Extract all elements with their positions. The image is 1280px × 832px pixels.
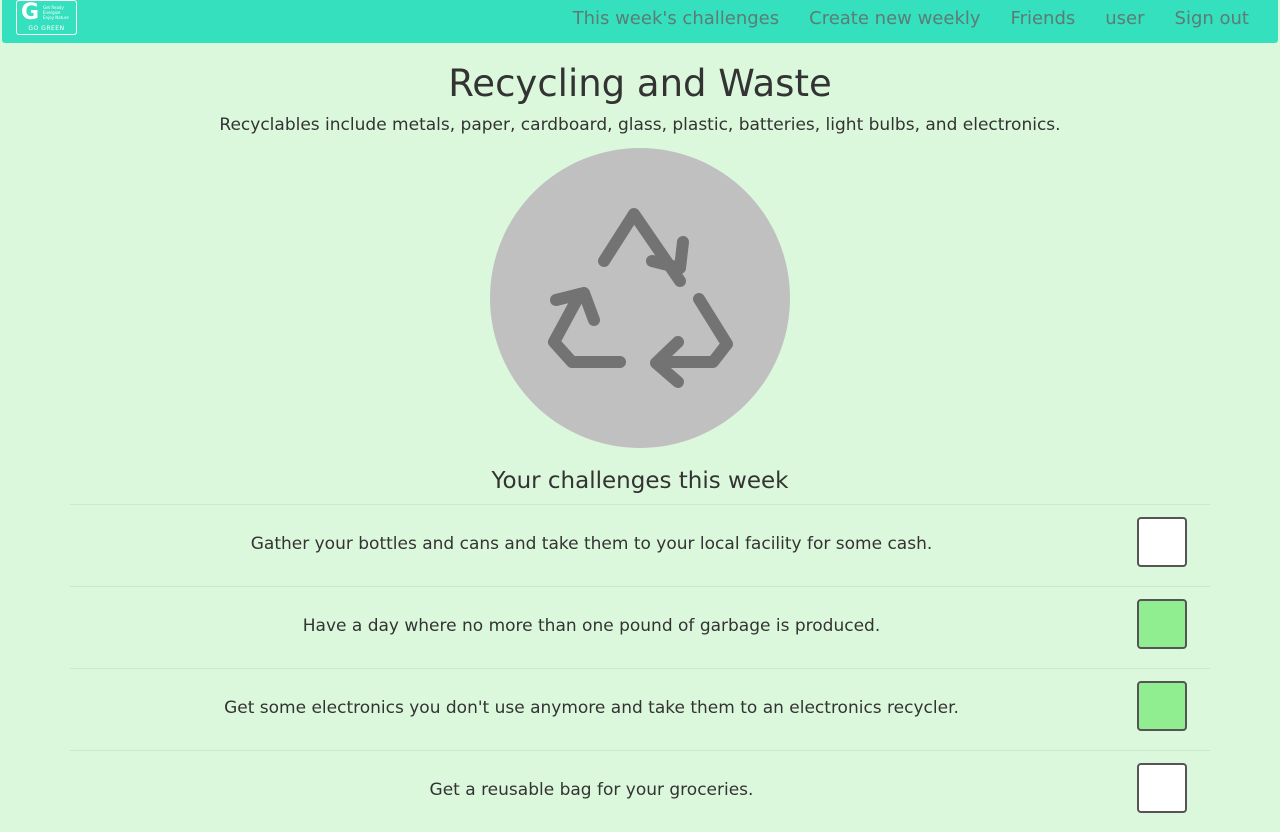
category-image: [490, 148, 790, 448]
top-navbar: G Get Ready Energize Enjoy Nature GO GRE…: [2, 0, 1278, 43]
challenge-checkbox[interactable]: [1137, 599, 1187, 649]
logo-tagline: Get Ready Energize Enjoy Nature: [43, 5, 69, 20]
go-green-logo[interactable]: G Get Ready Energize Enjoy Nature GO GRE…: [16, 0, 77, 35]
challenges-heading: Your challenges this week: [491, 468, 789, 494]
nav-user[interactable]: user: [1105, 8, 1144, 29]
challenge-list: Gather your bottles and cans and take th…: [70, 504, 1210, 832]
recycle-icon: [548, 208, 733, 388]
challenge-checkbox[interactable]: [1137, 763, 1187, 813]
logo-name: GO GREEN: [28, 25, 65, 32]
page-title: Recycling and Waste: [448, 62, 832, 105]
challenge-row: Get some electronics you don't use anymo…: [70, 668, 1210, 750]
logo-tagline-line: Enjoy Nature: [43, 15, 69, 20]
nav-this-weeks-challenges[interactable]: This week's challenges: [573, 8, 780, 29]
challenge-row: Get a reusable bag for your groceries.: [70, 750, 1210, 832]
page-subtitle: Recyclables include metals, paper, cardb…: [219, 115, 1061, 135]
challenge-checkbox[interactable]: [1137, 681, 1187, 731]
challenge-text: Have a day where no more than one pound …: [302, 616, 881, 636]
nav-sign-out[interactable]: Sign out: [1175, 8, 1249, 29]
challenge-checkbox[interactable]: [1137, 517, 1187, 567]
nav-create-new-weekly[interactable]: Create new weekly: [809, 8, 980, 29]
challenge-row: Have a day where no more than one pound …: [70, 586, 1210, 668]
challenge-text: Get a reusable bag for your groceries.: [429, 780, 754, 800]
logo-letter: G: [21, 0, 40, 25]
challenge-text: Gather your bottles and cans and take th…: [250, 534, 933, 554]
nav-links: This week's challenges Create new weekly…: [543, 0, 1249, 37]
nav-friends[interactable]: Friends: [1011, 8, 1076, 29]
challenge-text: Get some electronics you don't use anymo…: [224, 698, 959, 718]
challenge-row: Gather your bottles and cans and take th…: [70, 504, 1210, 586]
